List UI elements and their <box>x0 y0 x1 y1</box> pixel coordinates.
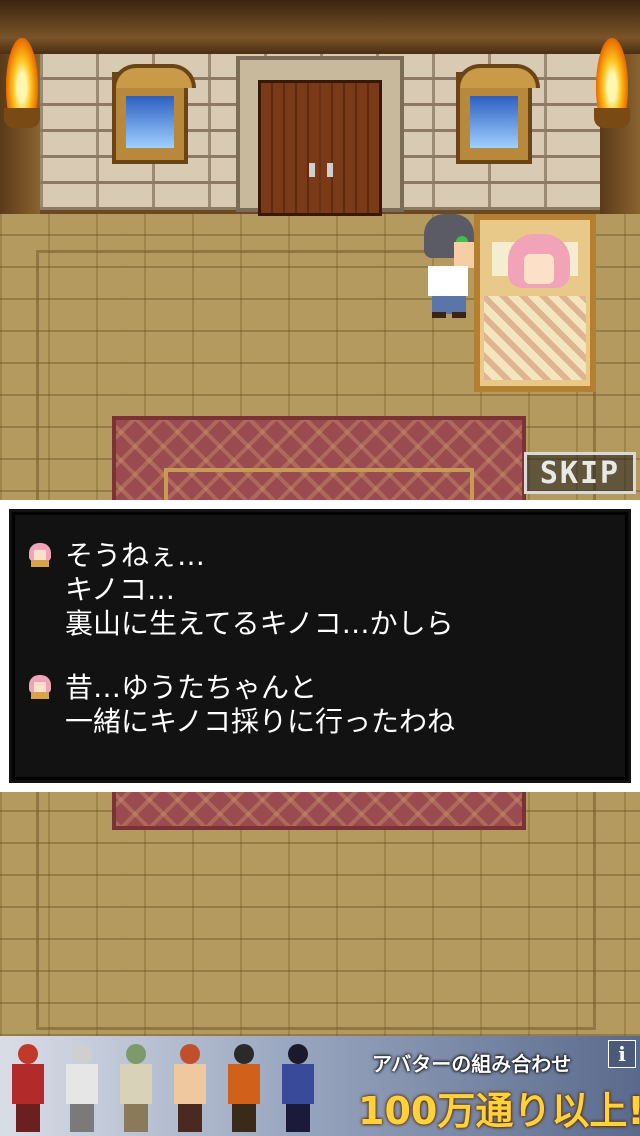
figure-torso <box>282 1064 314 1104</box>
door-knob <box>327 163 333 177</box>
figure-head <box>180 1044 200 1064</box>
speaker-portrait-icon <box>27 543 53 567</box>
player-sprite[interactable] <box>420 214 478 318</box>
boy-face <box>454 242 474 268</box>
portrait-face <box>34 550 46 560</box>
figure-torso <box>174 1064 206 1104</box>
figure-head <box>288 1044 308 1064</box>
game-scene[interactable]: SKIP そうねぇ… キノコ… 裏山に生えてるキノコ…かしら 昔…ゆうたちゃんと… <box>0 0 640 1136</box>
flame-icon <box>6 38 38 108</box>
figure-head <box>18 1044 38 1064</box>
portrait-face <box>34 682 46 692</box>
dialog-box[interactable]: そうねぇ… キノコ… 裏山に生えてるキノコ…かしら 昔…ゆうたちゃんと 一緒にキ… <box>0 500 640 792</box>
window-glass <box>126 96 174 148</box>
torch-base <box>4 108 40 128</box>
boy-shoe <box>432 312 446 318</box>
boy-shirt <box>428 266 468 296</box>
figure-torso <box>66 1064 98 1104</box>
window-left <box>112 64 196 164</box>
avatar-figure <box>222 1044 266 1132</box>
figure-legs <box>286 1104 310 1132</box>
door-frame <box>236 56 404 216</box>
figure-legs <box>16 1104 40 1132</box>
portrait-body <box>31 560 49 567</box>
figure-torso <box>12 1064 44 1104</box>
ad-banner[interactable]: アバターの組み合わせ 100万通り以上! i <box>0 1036 640 1136</box>
door-knob <box>309 163 315 177</box>
figure-torso <box>120 1064 152 1104</box>
avatar-figure <box>6 1044 50 1132</box>
window-glass <box>470 96 518 148</box>
dialog-line: キノコ… <box>65 573 176 606</box>
torch-left <box>0 38 44 148</box>
boy-shoe <box>452 312 466 318</box>
torch-right <box>590 38 634 148</box>
speaker-portrait-icon <box>27 675 53 699</box>
girl-face <box>524 254 554 284</box>
figure-legs <box>124 1104 148 1132</box>
ad-headline: アバターの組み合わせ <box>372 1052 572 1076</box>
dialog-line: 昔…ゆうたちゃんと <box>65 671 318 704</box>
blanket <box>484 296 586 380</box>
dialog-line: 一緒にキノコ採りに行ったわね <box>65 705 456 738</box>
torch-base <box>594 108 630 128</box>
back-wall <box>0 0 640 216</box>
dialog-block: そうねぇ… キノコ… 裏山に生えてるキノコ…かしら <box>27 539 454 641</box>
ad-info-button[interactable]: i <box>608 1040 636 1068</box>
dialog-line: 裏山に生えてるキノコ…かしら <box>65 607 454 640</box>
door-left-panel <box>261 83 319 213</box>
door-right-panel <box>321 83 379 213</box>
avatar-figure <box>168 1044 212 1132</box>
avatar-figure <box>60 1044 104 1132</box>
window-arch <box>456 64 540 88</box>
figure-legs <box>232 1104 256 1132</box>
window-arch <box>112 64 196 88</box>
avatar-figure <box>114 1044 158 1132</box>
double-door[interactable] <box>258 80 382 216</box>
figure-legs <box>178 1104 202 1132</box>
ad-avatar-lineup <box>6 1044 356 1132</box>
figure-legs <box>70 1104 94 1132</box>
npc-girl-sprite[interactable] <box>508 234 570 292</box>
dialog-inner: そうねぇ… キノコ… 裏山に生えてるキノコ…かしら 昔…ゆうたちゃんと 一緒にキ… <box>6 506 634 786</box>
figure-torso <box>228 1064 260 1104</box>
dialog-line: そうねぇ… <box>65 539 206 572</box>
portrait-body <box>31 692 49 699</box>
window-right <box>456 64 540 164</box>
figure-head <box>234 1044 254 1064</box>
skip-button[interactable]: SKIP <box>524 452 636 494</box>
figure-head <box>72 1044 92 1064</box>
figure-head <box>126 1044 146 1064</box>
ad-tagline: 100万通り以上! <box>358 1089 640 1133</box>
dialog-block: 昔…ゆうたちゃんと 一緒にキノコ採りに行ったわね <box>27 671 455 739</box>
avatar-figure <box>276 1044 320 1132</box>
flame-icon <box>596 38 628 108</box>
wall-top-beam <box>0 0 640 54</box>
